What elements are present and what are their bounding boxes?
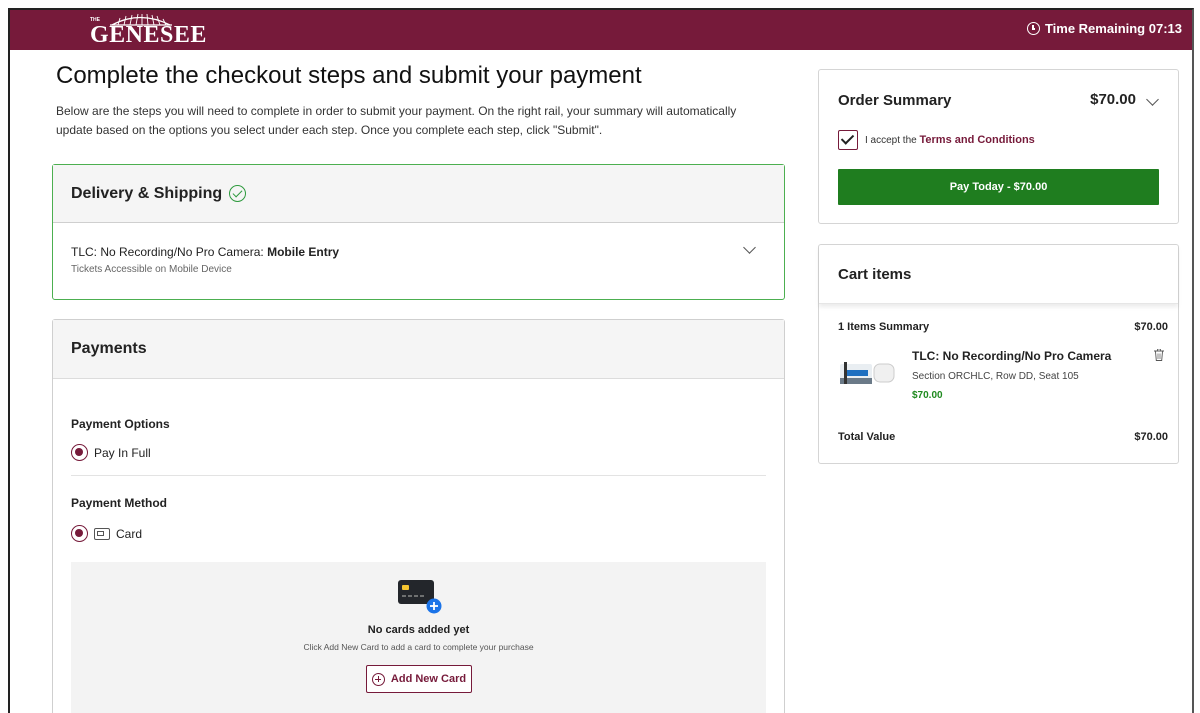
payment-options-label: Payment Options xyxy=(71,417,170,431)
delivery-shipping-card: Delivery & Shipping TLC: No Recording/No… xyxy=(52,164,785,300)
cart-item-title: TLC: No Recording/No Pro Camera xyxy=(912,349,1112,363)
payment-method-label: Payment Method xyxy=(71,496,168,510)
logo-wordmark: GENESEE xyxy=(90,22,207,48)
cart-summary-row: 1 Items Summary $70.00 xyxy=(838,321,1168,333)
page-title: Complete the checkout steps and submit y… xyxy=(56,62,642,89)
terms-checkbox[interactable] xyxy=(838,130,858,150)
delivery-shipping-header: Delivery & Shipping xyxy=(53,165,784,223)
cart-item-price: $70.00 xyxy=(912,390,943,401)
no-cards-subtext: Click Add New Card to add a card to comp… xyxy=(303,642,534,652)
payments-divider xyxy=(71,475,766,476)
payments-title: Payments xyxy=(71,340,147,357)
delivery-option-row[interactable]: TLC: No Recording/No Pro Camera: Mobile … xyxy=(53,223,784,299)
terms-prefix: I accept the xyxy=(865,135,920,146)
ticket-image xyxy=(840,362,895,384)
cart-items-title: Cart items xyxy=(819,245,1178,304)
card-method-option[interactable]: Card xyxy=(71,525,766,542)
no-cards-title: No cards added yet xyxy=(367,624,470,636)
delivery-option-subtext: Tickets Accessible on Mobile Device xyxy=(71,264,232,275)
cart-total-label: Total Value xyxy=(838,431,896,443)
order-summary-amount: $70.00 xyxy=(1090,91,1136,108)
terms-and-conditions-link[interactable]: Terms and Conditions xyxy=(919,134,1034,146)
trash-icon[interactable] xyxy=(1154,349,1164,361)
pay-today-button[interactable]: Pay Today - $70.00 xyxy=(838,169,1159,205)
add-new-card-button[interactable]: Add New Card xyxy=(366,665,472,693)
card-method-radio[interactable] xyxy=(71,525,88,542)
pay-in-full-option[interactable]: Pay In Full xyxy=(71,444,766,461)
plus-circle-icon xyxy=(371,672,385,686)
page-intro: Below are the steps you will need to com… xyxy=(56,104,737,137)
order-summary-card: Order Summary $70.00 I accept the Terms … xyxy=(818,69,1179,224)
time-remaining: Time Remaining 07:13 xyxy=(1026,21,1182,36)
time-remaining-label: Time Remaining 07:13 xyxy=(1044,21,1182,36)
clock-icon xyxy=(1026,22,1040,35)
no-cards-panel: No cards added yet Click Add New Card to… xyxy=(71,562,766,713)
add-card-icon xyxy=(398,580,442,614)
chevron-down-icon[interactable] xyxy=(1146,93,1159,106)
card-method-label: Card xyxy=(116,526,143,541)
add-new-card-label: Add New Card xyxy=(390,673,467,685)
checkout-main: Complete the checkout steps and submit y… xyxy=(52,62,787,140)
pay-in-full-radio[interactable] xyxy=(71,444,88,461)
check-circle-icon xyxy=(229,185,247,202)
cart-item-detail: Section ORCHLC, Row DD, Seat 105 xyxy=(912,371,1079,382)
order-summary-title: Order Summary xyxy=(838,92,952,109)
payments-header: Payments xyxy=(53,320,784,379)
browser-frame: THE GENESEE Time Remaining 07:13 Complet… xyxy=(8,8,1194,713)
genesee-logo[interactable]: THE GENESEE xyxy=(90,12,206,48)
payments-card: Payments Payment Options Pay In Full Pay… xyxy=(52,319,785,713)
top-bar: THE GENESEE Time Remaining 07:13 xyxy=(10,10,1192,50)
delivery-option-title: TLC: No Recording/No Pro Camera: Mobile … xyxy=(71,245,766,259)
delivery-method: Mobile Entry xyxy=(267,245,340,259)
cart-summary-amount: $70.00 xyxy=(1134,321,1168,333)
delivery-item-name: TLC: No Recording/No Pro Camera: xyxy=(71,245,268,259)
credit-card-icon xyxy=(94,527,110,540)
cart-summary-label: 1 Items Summary xyxy=(838,321,930,333)
pay-in-full-label: Pay In Full xyxy=(94,445,151,460)
cart-total-amount: $70.00 xyxy=(1134,431,1168,443)
cart-total-row: Total Value $70.00 xyxy=(838,431,1168,443)
terms-label: I accept the Terms and Conditions xyxy=(865,134,1035,146)
delivery-shipping-title: Delivery & Shipping xyxy=(71,184,223,202)
cart-items-card: Cart items 1 Items Summary $70.00 TLC: N… xyxy=(818,244,1179,464)
payments-body: Payment Options Pay In Full Payment Meth… xyxy=(53,417,784,542)
